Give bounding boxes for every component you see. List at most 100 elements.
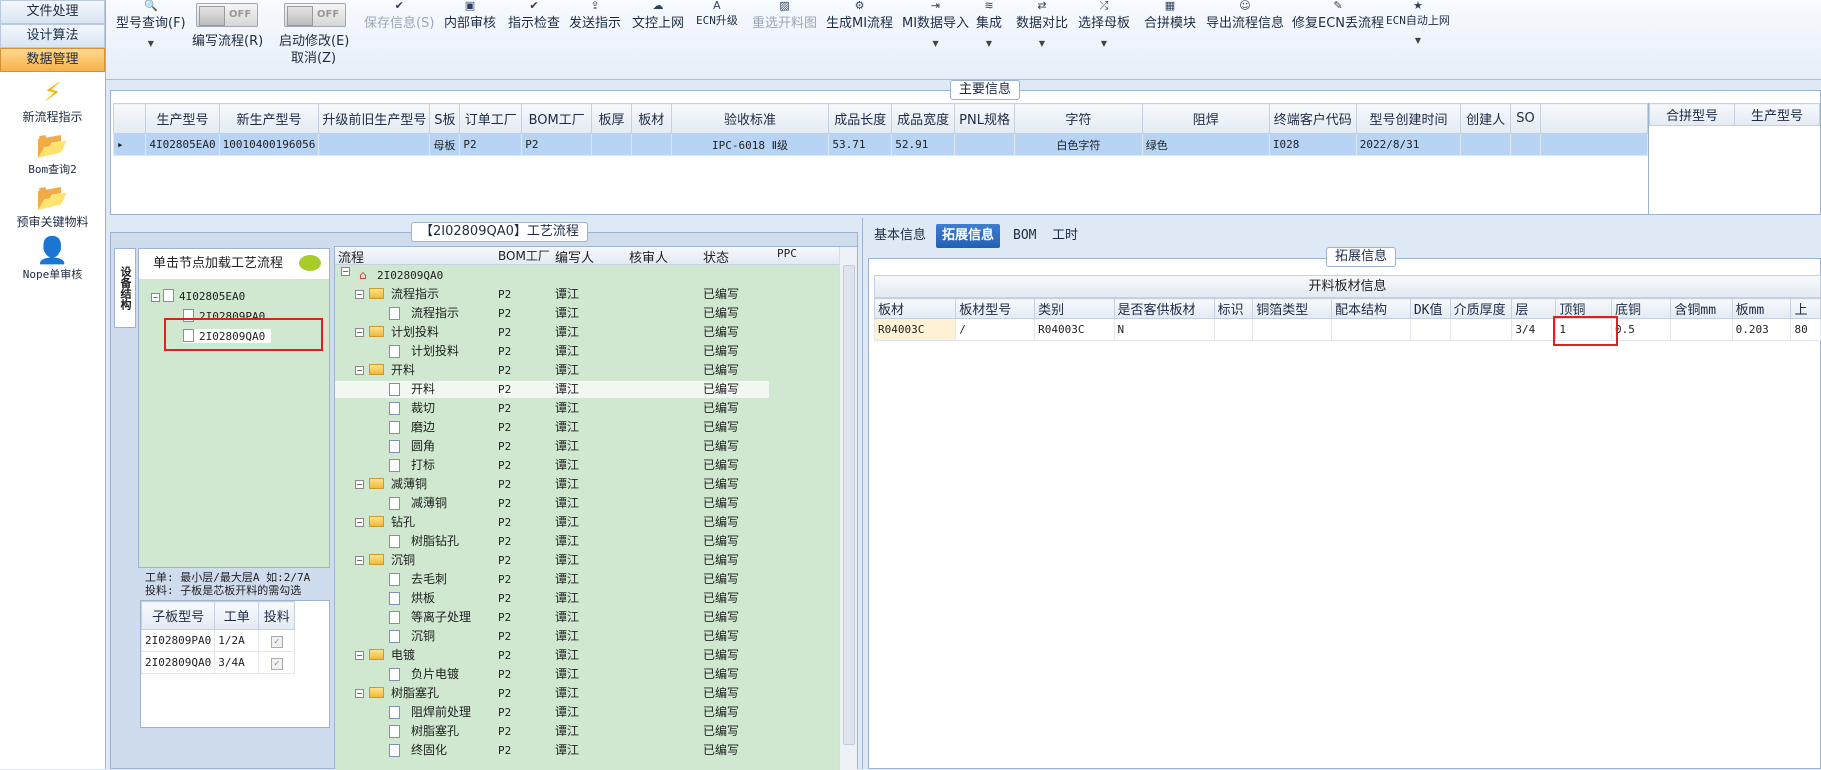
cell[interactable]: R04003C <box>874 318 957 341</box>
col-header[interactable]: 板mm <box>1731 298 1792 319</box>
save-info-button[interactable]: ✔ 保存信息(S) <box>364 0 434 31</box>
flow-group-row[interactable]: − 流程指示 P2 谭江 已编写 <box>335 286 769 303</box>
ribbon-item-11[interactable]: ▦ 合拼模块 <box>1144 0 1196 31</box>
flow-step-row[interactable]: 计划投料 P2 谭江 已编写 <box>335 343 769 360</box>
flow-step-row[interactable]: 圆角 P2 谭江 已编写 <box>335 438 769 455</box>
cell[interactable]: 母板 <box>429 133 461 156</box>
ribbon-item-6[interactable]: ⚙ 生成MI流程 <box>826 0 893 31</box>
cell[interactable]: 52.91 <box>891 133 956 156</box>
cell[interactable] <box>1670 318 1733 341</box>
cell[interactable] <box>954 133 1016 156</box>
col-header[interactable]: S板 <box>429 103 461 134</box>
cell[interactable] <box>1460 133 1512 156</box>
col-header[interactable]: PNL规格 <box>954 103 1016 134</box>
ribbon-item-9[interactable]: ⇄ 数据对比 ▼ <box>1016 0 1068 48</box>
flow-step-row[interactable]: 负片电镀 P2 谭江 已编写 <box>335 666 769 683</box>
ribbon-item-7[interactable]: ⇥ MI数据导入 ▼ <box>902 0 969 48</box>
col-header[interactable]: PPC <box>777 247 797 260</box>
cell[interactable]: 3/4 <box>1511 318 1557 341</box>
col-header[interactable]: 生产型号 <box>1734 103 1820 126</box>
col-header[interactable]: 型号创建时间 <box>1355 103 1462 134</box>
cell[interactable] <box>1213 318 1254 341</box>
cell[interactable]: 1/2A <box>214 629 260 652</box>
cell[interactable]: 80 <box>1790 318 1821 341</box>
tab-extended-info[interactable]: 拓展信息 <box>936 224 1001 248</box>
col-header[interactable]: 子板型号 <box>140 601 216 630</box>
cell[interactable]: 2022/8/31 <box>1355 133 1462 156</box>
col-header[interactable]: 上 <box>1790 298 1821 319</box>
cell[interactable]: IPC-6018 Ⅱ级 <box>670 133 830 156</box>
side-tab-structure[interactable]: 设备结构 <box>114 248 136 328</box>
cell[interactable]: P2 <box>521 133 593 156</box>
tree-node-root[interactable]: − 4I02805EA0 <box>151 289 245 303</box>
col-header[interactable]: 成品长度 <box>828 103 893 134</box>
flow-group-row[interactable]: − 计划投料 P2 谭江 已编写 <box>335 324 769 341</box>
ribbon-item-0[interactable]: ▣ 内部审核 <box>444 0 496 31</box>
nav-precheck-item[interactable]: 📂 预审关键物料 <box>0 183 105 230</box>
col-header[interactable]: 合拼型号 <box>1649 103 1735 126</box>
nav-new-flow-item[interactable]: ⚡ 新流程指示 <box>0 78 105 125</box>
col-header[interactable]: 核审人 <box>629 247 668 266</box>
flow-group-row[interactable]: − 树脂塞孔 P2 谭江 已编写 <box>335 685 769 702</box>
nav-file-button[interactable]: 文件处理 <box>0 0 105 24</box>
tab-bom[interactable]: BOM <box>1007 224 1042 248</box>
col-header[interactable]: 板材 <box>874 298 957 319</box>
cell[interactable]: I028 <box>1268 133 1357 156</box>
ribbon-item-8[interactable]: ≋ 集成 ▼ <box>976 0 1002 48</box>
col-header[interactable]: 验收标准 <box>670 103 830 134</box>
flow-step-row[interactable]: 树脂钻孔 P2 谭江 已编写 <box>335 533 769 550</box>
cell[interactable]: 3/4A <box>214 651 260 674</box>
cell[interactable]: 53.71 <box>828 133 893 156</box>
ribbon-item-14[interactable]: ★ ECN自动上网 ▼ <box>1386 0 1450 45</box>
cell[interactable]: 0.203 <box>1731 318 1792 341</box>
cell[interactable]: / <box>955 318 1036 341</box>
table-row[interactable]: R04003C / R04003C N 3/4 1 0.5 0.203 80 <box>874 318 1821 341</box>
ribbon-item-1[interactable]: ✔ 指示检查 <box>508 0 560 31</box>
ribbon-item-10[interactable]: ⤮ 选择母板 ▼ <box>1078 0 1130 48</box>
col-header[interactable]: 新生产型号 <box>218 103 320 134</box>
cell[interactable]: 白色字符 <box>1014 133 1143 156</box>
model-query-button[interactable]: 🔍 型号查询(F) ▼ <box>116 0 186 48</box>
flow-step-row[interactable]: 流程指示 P2 谭江 已编写 <box>335 305 769 322</box>
cell[interactable] <box>1409 318 1451 341</box>
flow-step-row[interactable]: 减薄铜 P2 谭江 已编写 <box>335 495 769 512</box>
table-row[interactable]: ▸ 4I02805EA0 10010400196056 母板 P2 P2 IPC… <box>113 133 1648 156</box>
start-modify-toggle[interactable]: OFF <box>284 3 346 27</box>
cell[interactable] <box>630 133 672 156</box>
col-header[interactable]: DK值 <box>1409 298 1451 319</box>
col-header[interactable]: 配本结构 <box>1331 298 1411 319</box>
col-header[interactable]: 字符 <box>1014 103 1143 134</box>
col-header[interactable]: 终端客户代码 <box>1268 103 1357 134</box>
flow-group-row[interactable]: − 减薄铜 P2 谭江 已编写 <box>335 476 769 493</box>
flow-group-row[interactable]: − 开料 P2 谭江 已编写 <box>335 362 769 379</box>
col-header[interactable]: 板厚 <box>591 103 632 134</box>
flow-step-row[interactable]: 打标 P2 谭江 已编写 <box>335 457 769 474</box>
checkbox[interactable]: ✓ <box>270 657 283 670</box>
col-header[interactable]: 升级前旧生产型号 <box>318 103 431 134</box>
col-header[interactable]: 板材型号 <box>955 298 1036 319</box>
flow-group-row[interactable]: − 沉铜 P2 谭江 已编写 <box>335 552 769 569</box>
nav-design-button[interactable]: 设计算法 <box>0 24 105 48</box>
col-header[interactable]: 板材 <box>630 103 672 134</box>
col-header[interactable]: 标识 <box>1213 298 1254 319</box>
checkbox[interactable]: ✓ <box>270 635 283 648</box>
ribbon-item-12[interactable]: ☺ 导出流程信息 <box>1206 0 1284 31</box>
col-header[interactable]: 订单工厂 <box>459 103 523 134</box>
col-header[interactable]: 生产型号 <box>145 103 220 134</box>
cell[interactable]: R04003C <box>1034 318 1115 341</box>
cell[interactable] <box>1331 318 1411 341</box>
cell[interactable]: P2 <box>459 133 523 156</box>
flow-step-row[interactable]: 阻焊前处理 P2 谭江 已编写 <box>335 704 769 721</box>
flow-step-row[interactable]: 裁切 P2 谭江 已编写 <box>335 400 769 417</box>
flow-root-row[interactable]: − ⌂ 2I02809QA0 <box>335 267 769 284</box>
nav-bom-query-item[interactable]: 📂 Bom查询2 <box>0 131 105 177</box>
cell[interactable]: 0.5 <box>1610 318 1672 341</box>
flow-step-row[interactable]: 烘板 P2 谭江 已编写 <box>335 590 769 607</box>
cell[interactable] <box>1449 318 1513 341</box>
col-header[interactable]: 编写人 <box>555 247 594 266</box>
col-header[interactable]: 含铜mm <box>1670 298 1733 319</box>
cell[interactable]: N <box>1113 318 1215 341</box>
flow-step-row[interactable]: 开料 P2 谭江 已编写 <box>335 381 769 398</box>
table-row[interactable]: 2I02809QA0 3/4A ✓ <box>140 651 296 674</box>
ribbon-item-13[interactable]: ✎ 修复ECN丢流程 <box>1292 0 1384 31</box>
